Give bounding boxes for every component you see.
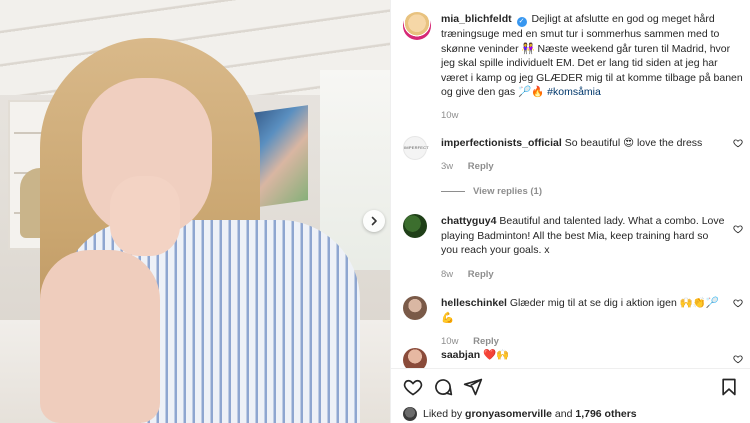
likes-connector: and <box>554 408 573 420</box>
heart-icon[interactable] <box>733 354 743 364</box>
likes-summary: Liked by gronyasomerville and 1,796 othe… <box>403 407 637 421</box>
view-replies-line <box>441 191 465 192</box>
comment-time: 10w <box>441 336 459 347</box>
liker-avatar[interactable] <box>403 407 417 421</box>
comment-text: ❤️🙌 <box>483 349 510 361</box>
post-actions-bar: Liked by gronyasomerville and 1,796 othe… <box>391 368 750 423</box>
comments-scroll-area[interactable]: mia_blichfeldt ✓ Dejligt at afslutte en … <box>391 0 750 368</box>
reply-button[interactable]: Reply <box>468 161 494 172</box>
comment-item: chattyguy4 Beautiful and talented lady. … <box>403 214 743 282</box>
commenter-avatar[interactable] <box>403 214 427 238</box>
likes-prefix: Liked by <box>423 408 463 420</box>
heart-icon[interactable] <box>733 298 743 308</box>
comment-username[interactable]: saabjan <box>441 349 480 361</box>
view-replies-label: View replies (1) <box>473 186 542 197</box>
author-username[interactable]: mia_blichfeldt <box>441 13 512 25</box>
liker-username[interactable]: gronyasomerville <box>465 408 552 420</box>
verified-badge-icon: ✓ <box>516 17 527 27</box>
caption-time: 10w <box>441 109 459 121</box>
post-photo[interactable] <box>0 0 390 423</box>
comment-username[interactable]: chattyguy4 <box>441 215 496 227</box>
post-side-panel: mia_blichfeldt ✓ Dejligt at afslutte en … <box>390 0 750 423</box>
heart-icon[interactable] <box>733 224 743 234</box>
view-replies-button[interactable]: View replies (1) <box>441 186 542 197</box>
author-avatar[interactable] <box>403 12 431 40</box>
comment-text: So beautiful 😍 love the dress <box>564 137 703 149</box>
share-icon[interactable] <box>463 377 483 397</box>
commenter-avatar[interactable] <box>403 348 427 368</box>
comment-time: 8w <box>441 268 454 280</box>
bookmark-icon[interactable] <box>719 377 739 397</box>
chevron-right-icon <box>371 216 377 226</box>
reply-button[interactable]: Reply <box>468 269 494 280</box>
comment-item: saabjan ❤️🙌 <box>403 348 743 368</box>
comment-username[interactable]: imperfectionists_official <box>441 137 562 149</box>
comment-time: 3w <box>441 160 454 172</box>
commenter-avatar[interactable]: IMPERFECT <box>403 136 429 160</box>
commenter-avatar[interactable] <box>403 296 427 320</box>
reply-button[interactable]: Reply <box>473 336 499 347</box>
comment-item: IMPERFECT imperfectionists_official So b… <box>403 136 743 174</box>
photo-arm <box>40 250 160 423</box>
likes-others-link[interactable]: 1,796 others <box>575 408 636 420</box>
photo-hand <box>110 176 180 256</box>
comment-username[interactable]: helleschinkel <box>441 297 507 309</box>
caption-hashtag[interactable]: #komsåmia <box>547 86 601 98</box>
comment-icon[interactable] <box>433 377 453 397</box>
next-photo-button[interactable] <box>363 210 385 232</box>
heart-icon[interactable] <box>733 138 743 148</box>
heart-icon[interactable] <box>403 377 423 397</box>
comment-item: helleschinkel Glæder mig til at se dig i… <box>403 296 743 350</box>
post-caption: mia_blichfeldt ✓ Dejligt at afslutte en … <box>403 12 743 123</box>
